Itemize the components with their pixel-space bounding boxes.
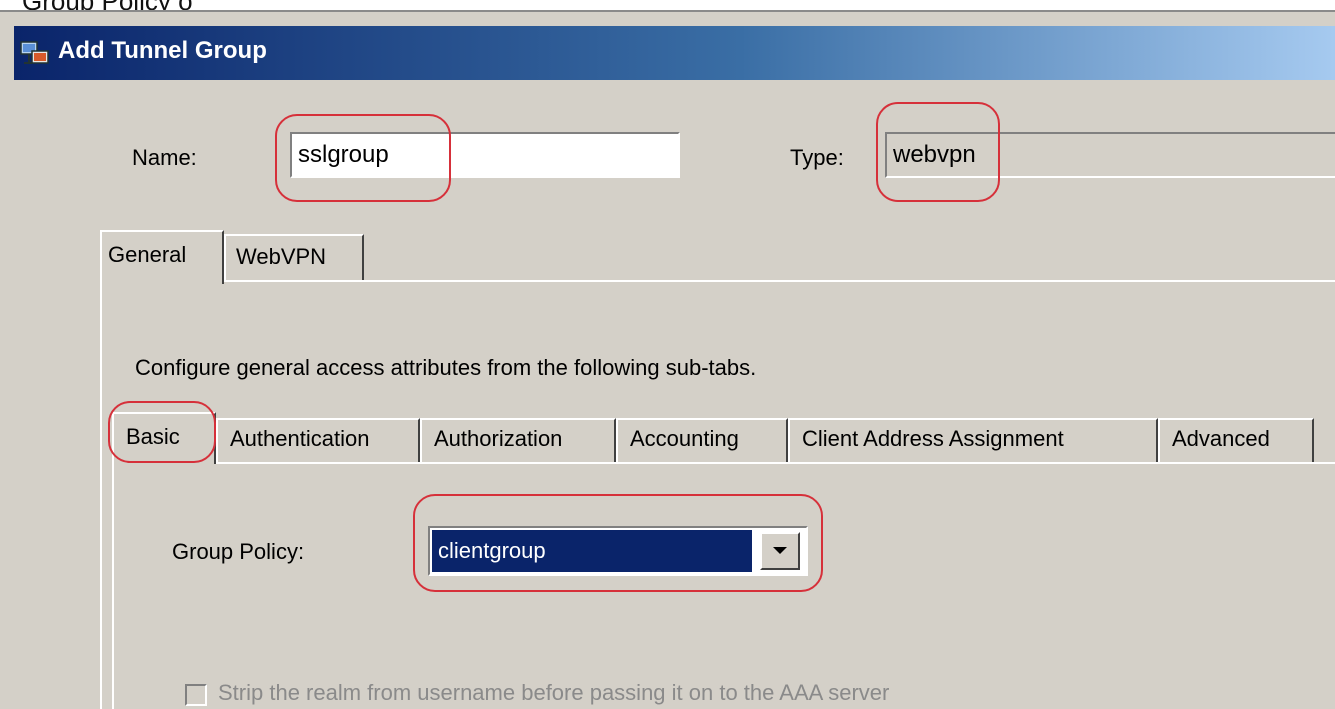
- add-tunnel-group-dialog: Add Tunnel Group Name: Type: General Web…: [0, 12, 1335, 709]
- tab-authorization[interactable]: Authorization: [420, 418, 616, 462]
- tab-basic[interactable]: Basic: [112, 412, 216, 464]
- tab-general[interactable]: General: [100, 230, 224, 284]
- tab-general-label: General: [108, 242, 187, 267]
- group-policy-label: Group Policy:: [172, 539, 305, 564]
- group-policy-value: clientgroup: [432, 530, 752, 572]
- name-label: Name:: [132, 145, 197, 170]
- sub-panel-left-edge: [112, 464, 114, 709]
- tab-authentication-label: Authentication: [230, 426, 370, 451]
- tab-advanced-label: Advanced: [1172, 426, 1270, 451]
- dialog-title: Add Tunnel Group: [58, 37, 267, 64]
- outer-panel-left-edge: [100, 282, 102, 709]
- tab-client-address-assignment-label: Client Address Assignment: [802, 426, 1064, 451]
- tab-client-address-assignment[interactable]: Client Address Assignment: [788, 418, 1158, 462]
- tab-basic-label: Basic: [126, 424, 180, 449]
- strip-realm-checkbox[interactable]: [185, 684, 207, 706]
- dialog-title-bar[interactable]: Add Tunnel Group: [14, 26, 1335, 80]
- chevron-down-icon[interactable]: [760, 532, 800, 570]
- tab-webvpn[interactable]: WebVPN: [224, 234, 364, 280]
- group-policy-select[interactable]: clientgroup: [428, 526, 808, 576]
- type-label: Type:: [790, 145, 844, 170]
- outer-panel-top-edge: [224, 280, 1335, 282]
- tab-authorization-label: Authorization: [434, 426, 563, 451]
- tab-authentication[interactable]: Authentication: [216, 418, 420, 462]
- name-input[interactable]: [290, 132, 680, 178]
- sub-tabs-description: Configure general access attributes from…: [135, 355, 757, 380]
- type-input[interactable]: [885, 132, 1335, 178]
- tab-webvpn-label: WebVPN: [236, 244, 327, 269]
- network-icon: [20, 41, 49, 64]
- strip-realm-label: Strip the realm from username before pas…: [218, 680, 890, 705]
- sub-panel-top-edge: [216, 462, 1335, 464]
- tab-accounting-label: Accounting: [630, 426, 739, 451]
- tab-advanced[interactable]: Advanced: [1158, 418, 1314, 462]
- tab-accounting[interactable]: Accounting: [616, 418, 788, 462]
